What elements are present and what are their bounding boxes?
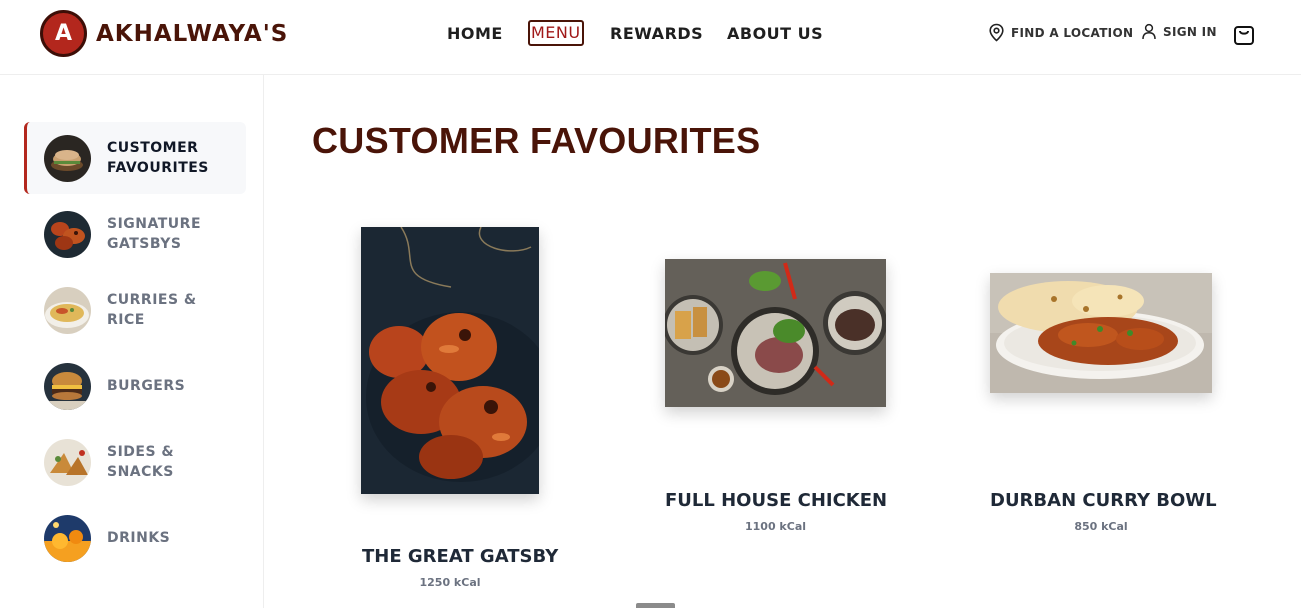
brand-name: AKHALWAYA'S [96, 20, 289, 47]
burgers-thumbnail [44, 362, 91, 410]
sign-in-link[interactable]: SIGN IN [1141, 23, 1217, 40]
nav-menu[interactable]: MENU [528, 20, 584, 46]
nav-about-us[interactable]: ABOUT US [727, 24, 823, 43]
scroll-indicator[interactable] [636, 603, 675, 608]
nav-home[interactable]: HOME [447, 24, 503, 43]
sidebar-item-burgers[interactable]: BURGERS [24, 350, 246, 422]
grilled-chicken-image [361, 227, 539, 494]
shopping-bag-icon [1234, 26, 1254, 45]
brand-link[interactable]: A AKHALWAYA'S [40, 10, 288, 57]
nav-rewards[interactable]: REWARDS [610, 24, 703, 43]
sidebar-item-customer-favourites[interactable]: CUSTOMER FAVOURITES [24, 122, 246, 194]
sidebar-item-label: SIDES & SNACKS [107, 444, 175, 480]
user-icon [1142, 23, 1156, 40]
sidebar-item-label: CURRIES & RICE [107, 292, 197, 328]
sidebar-item-drinks[interactable]: DRINKS [24, 502, 246, 574]
sides-snacks-thumbnail [44, 438, 91, 486]
product-kcal: 1250 kCal [419, 576, 481, 589]
category-sidebar: CUSTOMER FAVOURITES SIGNATURE GATSBYS CU… [0, 75, 264, 608]
page-title: CUSTOMER FAVOURITES [312, 120, 761, 161]
sidebar-item-curries-rice[interactable]: CURRIES & RICE [24, 274, 246, 346]
product-kcal: 850 kCal [1074, 520, 1128, 533]
customer-favourites-thumbnail [44, 134, 91, 182]
curry-bowl-image [990, 273, 1212, 393]
sidebar-item-sides-snacks[interactable]: SIDES & SNACKS [24, 426, 246, 498]
product-name[interactable]: THE GREAT GATSBY [362, 546, 558, 567]
sidebar-item-signature-gatsbys[interactable]: SIGNATURE GATSBYS [24, 198, 246, 270]
sidebar-item-label: SIGNATURE GATSBYS [107, 216, 202, 252]
chicken-platter-image [665, 259, 886, 407]
sidebar-item-label: DRINKS [107, 530, 171, 546]
find-location-label: FIND A LOCATION [1011, 25, 1134, 40]
brand-logo: A [40, 10, 87, 57]
location-pin-icon [989, 23, 1004, 42]
sidebar-item-label: BURGERS [107, 378, 186, 394]
product-image-the-great-gatsby[interactable] [361, 227, 539, 494]
signature-gatsbys-thumbnail [44, 210, 91, 258]
site-header: A AKHALWAYA'S HOME MENU REWARDS ABOUT US… [0, 0, 1301, 75]
sign-in-label: SIGN IN [1163, 24, 1217, 39]
product-image-durban-curry-bowl[interactable] [990, 273, 1212, 393]
product-name[interactable]: DURBAN CURRY BOWL [990, 490, 1217, 511]
curries-rice-thumbnail [44, 286, 91, 334]
product-kcal: 1100 kCal [744, 520, 807, 533]
find-location-link[interactable]: FIND A LOCATION [988, 23, 1133, 42]
product-image-full-house-chicken[interactable] [665, 259, 886, 407]
drinks-thumbnail [44, 514, 91, 562]
cart-button[interactable] [1233, 22, 1255, 50]
sidebar-item-label: CUSTOMER FAVOURITES [107, 140, 209, 176]
product-name[interactable]: FULL HOUSE CHICKEN [665, 490, 887, 511]
